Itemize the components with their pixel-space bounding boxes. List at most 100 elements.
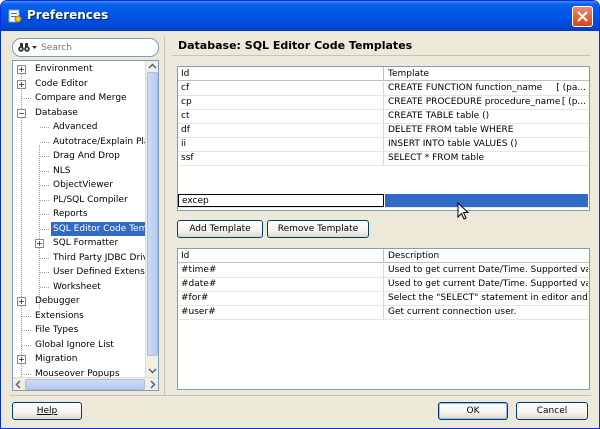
template-text: CREATE TABLE table ()	[388, 111, 490, 121]
tree-item[interactable]: + Migration	[13, 352, 146, 366]
template-text: CREATE FUNCTION function_name	[388, 83, 543, 93]
tree-item-label: SQL Editor Code Templates	[51, 221, 158, 236]
binoculars-icon	[18, 43, 30, 52]
scroll-right-icon[interactable]	[149, 380, 156, 389]
template-row[interactable]: cf CREATE FUNCTION function_name [ (pa...	[178, 82, 589, 96]
template-row[interactable]: ii INSERT INTO table VALUES ()	[178, 138, 589, 152]
tree-item[interactable]: Compare and Merge	[13, 91, 146, 105]
template-row[interactable]: df DELETE FROM table WHERE	[178, 124, 589, 138]
template-id-cell: ssf	[178, 152, 384, 165]
tree-item[interactable]: + Environment	[13, 62, 146, 76]
tree-item[interactable]: Autotrace/Explain Plan	[13, 135, 155, 149]
tree-item-label: Database	[35, 107, 78, 118]
tree-item-label: Extensions	[35, 310, 84, 321]
tree-item[interactable]: NLS	[13, 164, 146, 178]
tree-item[interactable]: Global Ignore List	[13, 338, 146, 352]
search-options-caret-icon[interactable]	[32, 46, 37, 49]
scroll-up-icon[interactable]	[148, 63, 157, 70]
remove-template-button[interactable]: Remove Template	[267, 220, 369, 238]
tree-item[interactable]: ObjectViewer	[13, 178, 146, 192]
mouse-pointer-icon	[457, 202, 469, 220]
scroll-down-icon[interactable]	[148, 367, 157, 374]
window-title: Preferences	[27, 8, 109, 22]
tree-item-label: Third Party JDBC Drivers	[53, 252, 159, 263]
title-divider	[172, 55, 590, 56]
tree-item[interactable]: + Code Editor	[13, 77, 146, 91]
app-icon	[8, 9, 22, 23]
tree-item-label: Global Ignore List	[35, 339, 114, 350]
tree-item[interactable]: File Types	[13, 323, 146, 337]
search-field[interactable]	[12, 38, 159, 57]
tree-item[interactable]: Worksheet	[13, 280, 146, 294]
tree-item[interactable]: Extensions	[13, 309, 146, 323]
template-text: CREATE PROCEDURE procedure_name	[388, 97, 561, 107]
template-row-editing[interactable]: excep	[178, 194, 589, 208]
tree-vertical-scroll-thumb[interactable]	[147, 72, 158, 356]
expand-icon[interactable]: +	[35, 239, 44, 248]
template-suffix: [ (p...	[561, 97, 586, 107]
help-label: Help	[36, 406, 58, 416]
templates-table[interactable]: Id Template cf CREATE FUNCTION function_n…	[177, 66, 590, 211]
tree-item-label: NLS	[53, 165, 71, 176]
tree-item[interactable]: − Database	[13, 106, 146, 120]
template-text-cell: CREATE PROCEDURE procedure_name[ (p...	[385, 96, 588, 109]
template-text: INSERT INTO table VALUES ()	[388, 139, 518, 149]
template-row[interactable]: ct CREATE TABLE table ()	[178, 110, 589, 124]
column-header-id[interactable]: Id	[178, 249, 384, 263]
template-row[interactable]: ssf SELECT * FROM table	[178, 152, 589, 166]
close-button[interactable]	[572, 6, 593, 27]
tree-horizontal-scroll-thumb[interactable]	[25, 379, 145, 390]
variable-description-cell: Select the "SELECT" statement in editor …	[388, 293, 588, 303]
variable-row[interactable]: #user# Get current connection user.	[178, 306, 589, 320]
tree-item-label: User Defined Extensions	[53, 267, 159, 277]
variable-description-cell: Used to get current Date/Time. Supported…	[388, 279, 588, 289]
tree-item[interactable]: SQL Editor Code Templates	[13, 221, 158, 236]
help-button[interactable]: Help	[12, 402, 82, 420]
variable-row[interactable]: #date# Used to get current Date/Time. Sup…	[178, 278, 589, 292]
dialog-body: + Environment + Code Editor Compare and Merg…	[4, 31, 596, 427]
variables-table[interactable]: Id Description #time# Used to get current…	[177, 248, 590, 390]
collapse-icon[interactable]: −	[17, 108, 26, 118]
expand-icon[interactable]: +	[17, 65, 26, 74]
column-header-description[interactable]: Description	[385, 249, 589, 263]
column-header-template[interactable]: Template	[385, 67, 589, 81]
tree-horizontal-scrollbar[interactable]	[13, 377, 158, 390]
tree-item[interactable]: + SQL Formatter	[13, 236, 146, 250]
tree-vertical-scrollbar[interactable]	[145, 61, 158, 378]
tree-item-label: Advanced	[53, 122, 98, 132]
expand-icon[interactable]: +	[17, 79, 26, 89]
add-template-button[interactable]: Add Template	[177, 220, 263, 238]
tree-item-label: File Types	[35, 325, 79, 335]
tree-item[interactable]: + Debugger	[13, 294, 146, 308]
template-id-cell: cf	[178, 82, 384, 95]
tree-item[interactable]: User Defined Extensions	[13, 265, 158, 279]
template-row[interactable]: cp CREATE PROCEDURE procedure_name[ (p...	[178, 96, 589, 110]
scroll-left-icon[interactable]	[15, 380, 22, 389]
tree-item-label: Drag And Drop	[53, 151, 120, 161]
title-bar[interactable]: Preferences	[1, 1, 599, 31]
preferences-window: Preferences +Environment+Code E	[0, 0, 600, 429]
ok-button[interactable]: OK	[438, 402, 508, 420]
tree-item[interactable]: PL/SQL Compiler	[13, 193, 146, 207]
column-header-id[interactable]: Id	[178, 67, 384, 81]
template-id-edit-field[interactable]: excep	[178, 194, 384, 207]
close-icon	[577, 11, 588, 22]
tree-item[interactable]: Advanced	[13, 120, 146, 134]
preferences-tree[interactable]: + Environment + Code Editor Compare and Merg…	[12, 60, 159, 391]
variable-description-cell: Used to get current Date/Time. Supported…	[388, 265, 588, 275]
expand-icon[interactable]: +	[17, 297, 26, 306]
variable-description-cell: Get current connection user.	[388, 307, 517, 317]
tree-item[interactable]: Reports	[13, 207, 146, 221]
tree-item-label: SQL Formatter	[53, 238, 119, 248]
cancel-button[interactable]: Cancel	[516, 402, 588, 420]
pane-splitter[interactable]	[164, 36, 165, 396]
tree-item[interactable]: Third Party JDBC Drivers	[13, 251, 158, 265]
expand-icon[interactable]: +	[17, 355, 26, 364]
variable-row[interactable]: #time# Used to get current Date/Time. Sup…	[178, 264, 589, 278]
template-text-cell[interactable]	[385, 194, 588, 207]
search-input[interactable]	[41, 41, 151, 54]
variables-table-header: Id Description	[178, 249, 589, 263]
template-id-cell: ii	[178, 138, 384, 151]
tree-item[interactable]: Drag And Drop	[13, 149, 146, 163]
variable-row[interactable]: #for# Select the "SELECT" statement in ed…	[178, 292, 589, 306]
